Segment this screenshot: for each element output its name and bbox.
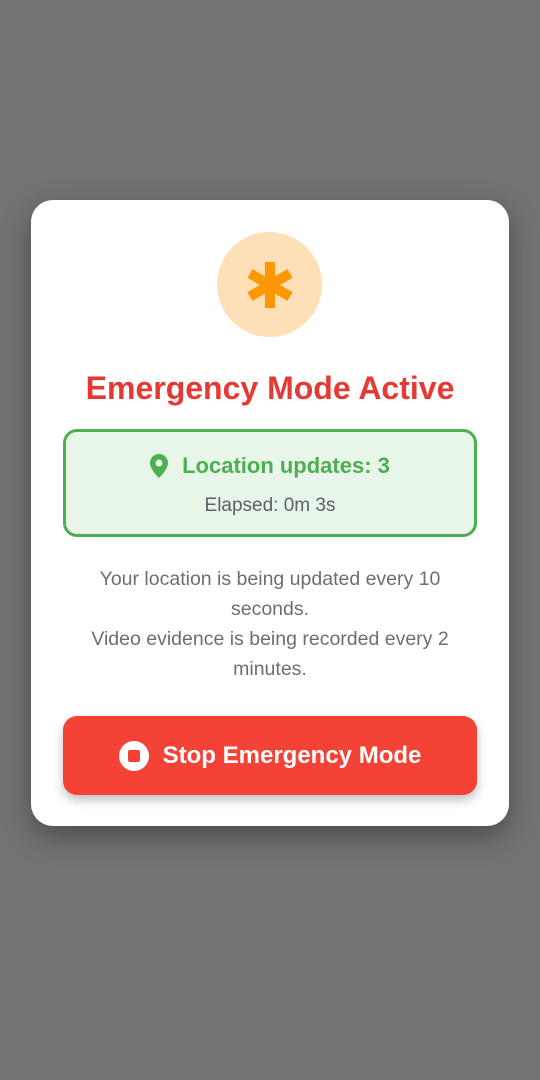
asterisk-icon xyxy=(247,261,292,308)
stop-square xyxy=(127,749,140,762)
stop-emergency-button[interactable]: Stop Emergency Mode xyxy=(63,716,477,795)
location-status-row: Location updates: 3 xyxy=(66,452,474,480)
info-line-location: Your location is being updated every 10 … xyxy=(99,568,441,620)
elapsed-time: Elapsed: 0m 3s xyxy=(204,495,336,516)
location-status-box: Location updates: 3 Elapsed: 0m 3s xyxy=(63,429,477,537)
dialog-title: Emergency Mode Active xyxy=(85,370,455,406)
stop-circle-icon xyxy=(118,740,149,771)
location-updates-label: Location updates: 3 xyxy=(182,453,390,478)
info-text: Your location is being updated every 10 … xyxy=(71,564,469,684)
emergency-dialog: Emergency Mode Active Location updates: … xyxy=(31,200,509,826)
info-line-video: Video evidence is being recorded every 2… xyxy=(91,628,449,680)
location-pin-icon xyxy=(150,454,169,478)
emergency-icon-badge xyxy=(217,232,322,337)
screen-backdrop: Emergency Mode Active Location updates: … xyxy=(0,0,540,1080)
stop-button-label: Stop Emergency Mode xyxy=(162,741,422,769)
